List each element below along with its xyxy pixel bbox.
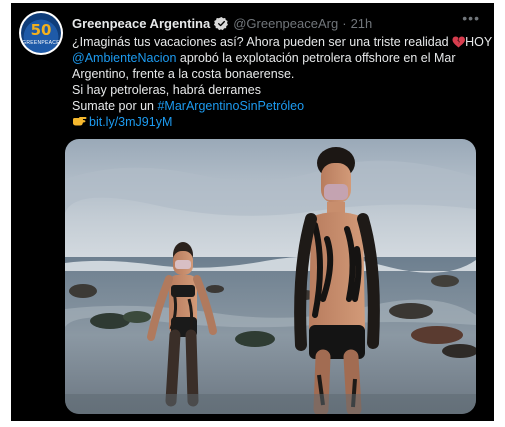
tweet-line-5: Sumate por un #MarArgentinoSinPetróleo — [72, 98, 484, 114]
tweet-line-1: ¿Imaginás tus vacaciones así? Ahora pued… — [72, 34, 492, 50]
author-handle[interactable]: @GreenpeaceArg — [233, 16, 338, 31]
beach-photo-illustration — [65, 139, 476, 414]
avatar-number: 50 — [30, 20, 52, 39]
avatar[interactable]: 50 GREENPEACE — [19, 11, 63, 55]
tweet-text-line2: aprobó la explotación petrolera offshore… — [176, 51, 456, 65]
avatar-subtext: GREENPEACE — [22, 40, 60, 46]
tweet-text: ¿Imaginás tus vacaciones así? Ahora pued… — [72, 34, 492, 130]
tweet-card[interactable]: 50 GREENPEACE Greenpeace Argentina @Gree… — [11, 3, 494, 421]
tweet-time[interactable]: 21h — [351, 16, 373, 31]
broken-heart-icon — [452, 36, 466, 48]
short-link[interactable]: bit.ly/3mJ91yM — [89, 115, 172, 129]
tweet-header: Greenpeace Argentina @GreenpeaceArg · 21… — [72, 14, 372, 32]
verified-badge-icon — [214, 16, 229, 31]
tweet-line-4: Si hay petroleras, habrá derrames — [72, 83, 261, 97]
more-options-icon[interactable]: ••• — [462, 11, 480, 25]
tweet-line-2: @AmbienteNacion aprobó la explotación pe… — [72, 50, 484, 66]
hashtag-link[interactable]: #MarArgentinoSinPetróleo — [157, 99, 304, 113]
author-name[interactable]: Greenpeace Argentina — [72, 16, 210, 31]
tweet-photo[interactable] — [65, 139, 476, 414]
tweet-text-line5: Sumate por un — [72, 99, 158, 113]
tweet-text-line1: ¿Imaginás tus vacaciones así? Ahora pued… — [72, 35, 453, 49]
tweet-text-hoy: HOY — [465, 35, 493, 49]
tweet-line-6: bit.ly/3mJ91yM — [72, 114, 484, 130]
pointing-hand-icon — [72, 114, 87, 130]
separator-dot: · — [342, 15, 347, 31]
mention-link[interactable]: @AmbienteNacion — [72, 51, 176, 65]
tweet-line-3: Argentino, frente a la costa bonaerense. — [72, 67, 295, 81]
avatar-logo: 50 GREENPEACE — [21, 13, 61, 53]
